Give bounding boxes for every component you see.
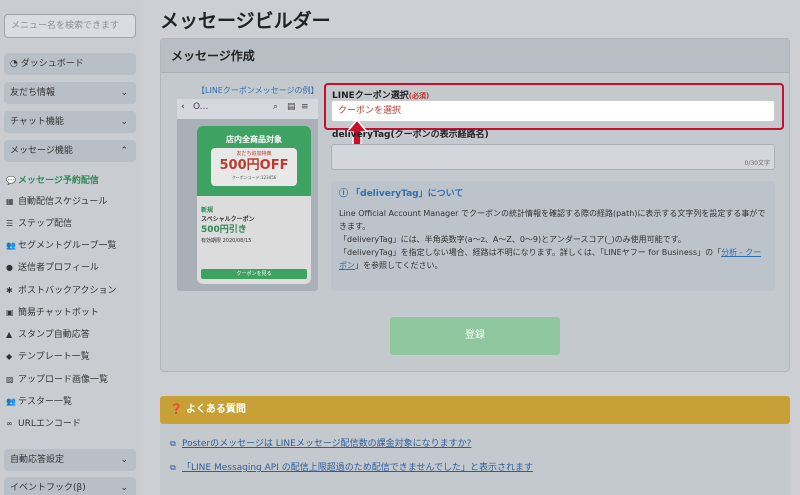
chevron-down-icon: ⌄ [120, 483, 128, 493]
sidebar-group-chat[interactable]: チャット機能 ⌄ [4, 111, 136, 133]
sidebar-group-auto-reply[interactable]: 自動応答設定 ⌄ [4, 449, 136, 471]
message-create-card: メッセージ作成 【LINEクーポンメッセージの例】 ‹ O... ⌕ ▤ ≡ 店… [160, 38, 790, 372]
calendar-icon: ▦ [6, 197, 14, 206]
sidebar-item-sender[interactable]: ● 送信者プロフィール [6, 260, 99, 276]
coupon-ticket: 友だち追加特典 500円OFF クーポンコード:123456 [211, 148, 297, 186]
sidebar-item-step[interactable]: ☰ ステップ配信 [6, 216, 72, 232]
search-icon: ⌕ [273, 102, 279, 112]
coupon-preview: 店内全商品対象 友だち追加特典 500円OFF クーポンコード:123456 新… [197, 126, 311, 284]
sidebar-item-images[interactable]: ▨ アップロード画像一覧 [6, 372, 108, 388]
faq-header: ❓ よくある質問 [160, 396, 790, 424]
menu-search-input[interactable]: メニュー名を検索できます [4, 14, 136, 38]
sidebar-item-segment[interactable]: 👥 セグメントグループ一覧 [6, 238, 116, 254]
faq-body: ⧉ Posterのメッセージは LINEメッセージ配信数の課金対象になりますか? … [160, 424, 790, 495]
layers-icon: ◆ [6, 352, 13, 361]
delivery-tag-label: deliveryTag(クーポンの表示経路名) [332, 130, 489, 140]
info-title: ⓘ 「deliveryTag」について [339, 189, 464, 199]
bot-icon: ▣ [6, 308, 14, 317]
sidebar-item-scheduled-message[interactable]: 💬 メッセージ予約配信 [6, 173, 99, 189]
copy-icon: ⧉ [170, 463, 176, 472]
sidebar-item-tester[interactable]: 👥 テスター一覧 [6, 394, 72, 410]
sidebar-item-stamp[interactable]: ▲ スタンプ自動応答 [6, 327, 90, 343]
users-icon: 👥 [6, 241, 16, 250]
note-icon: ▤ [287, 102, 296, 112]
user-icon: ● [6, 263, 13, 272]
register-button[interactable]: 登録 [390, 317, 560, 355]
back-icon: ‹ [181, 102, 185, 112]
highlight-frame [324, 83, 784, 130]
faq-link-2[interactable]: ⧉ 「LINE Messaging API の配信上限超過のため配信できませんでし… [170, 460, 533, 473]
chevron-up-icon: ⌃ [120, 146, 128, 156]
sidebar: メニュー名を検索できます ◔ ダッシュボード 友だち情報 ⌄ チャット機能 ⌄ … [0, 0, 142, 495]
sidebar-group-message[interactable]: メッセージ機能 ⌃ [4, 140, 136, 162]
sidebar-item-auto-schedule[interactable]: ▦ 自動配信スケジュール [6, 194, 107, 210]
chevron-down-icon: ⌄ [120, 117, 128, 127]
coupon-head: 店内全商品対象 [226, 135, 282, 144]
delivery-tag-info: ⓘ 「deliveryTag」について Line Official Accoun… [331, 181, 775, 291]
list-icon: ☰ [6, 219, 14, 228]
sidebar-group-event-hook[interactable]: イベントフック(β) ⌄ [4, 477, 136, 495]
gear-icon: ✱ [6, 286, 13, 295]
menu-icon: ≡ [301, 102, 309, 112]
sidebar-group-friends[interactable]: 友だち情報 ⌄ [4, 82, 136, 104]
users-icon: 👥 [6, 397, 16, 406]
chat-icon: 💬 [6, 176, 16, 185]
coupon-example-image: ‹ O... ⌕ ▤ ≡ 店内全商品対象 友だち追加特典 500円OFF クーポ… [177, 99, 318, 291]
sidebar-item-url-encode[interactable]: ∞ URLエンコード [6, 416, 81, 432]
dashboard-icon: ◔ [10, 59, 21, 69]
info-text: Line Official Account Manager でクーポンの統計情報… [339, 209, 766, 270]
coupon-view-button: クーポンを見る [201, 269, 307, 279]
coupon-details: 新規 スペシャルクーポン 500円引き 有効期限 2020/08/15 [201, 207, 255, 244]
image-icon: ▨ [6, 375, 14, 384]
main-content: メッセージビルダー メッセージ作成 【LINEクーポンメッセージの例】 ‹ O.… [142, 0, 800, 495]
copy-icon: ⧉ [170, 439, 176, 448]
faq-link-1[interactable]: ⧉ Posterのメッセージは LINEメッセージ配信数の課金対象になりますか? [170, 436, 471, 449]
chevron-down-icon: ⌄ [120, 455, 128, 465]
example-title: 【LINEクーポンメッセージの例】 [197, 86, 319, 95]
chevron-down-icon: ⌄ [120, 88, 128, 98]
info-icon: ⓘ [339, 189, 352, 199]
card-title: メッセージ作成 [161, 39, 789, 73]
link-icon: ∞ [6, 419, 13, 428]
phone-header: ‹ O... ⌕ ▤ ≡ [177, 99, 318, 119]
stamp-icon: ▲ [6, 330, 13, 339]
sidebar-item-dashboard[interactable]: ◔ ダッシュボード [4, 53, 136, 75]
page-title: メッセージビルダー [160, 10, 331, 32]
delivery-tag-input[interactable]: 0/30文字 [331, 144, 775, 170]
sidebar-item-template[interactable]: ◆ テンプレート一覧 [6, 349, 90, 365]
question-icon: ❓ [170, 404, 186, 415]
sidebar-item-chatbot[interactable]: ▣ 簡易チャットボット [6, 305, 99, 321]
account-name: O... [193, 102, 209, 112]
char-count: 0/30文字 [744, 160, 770, 167]
sidebar-item-postback[interactable]: ✱ ポストバックアクション [6, 283, 117, 299]
